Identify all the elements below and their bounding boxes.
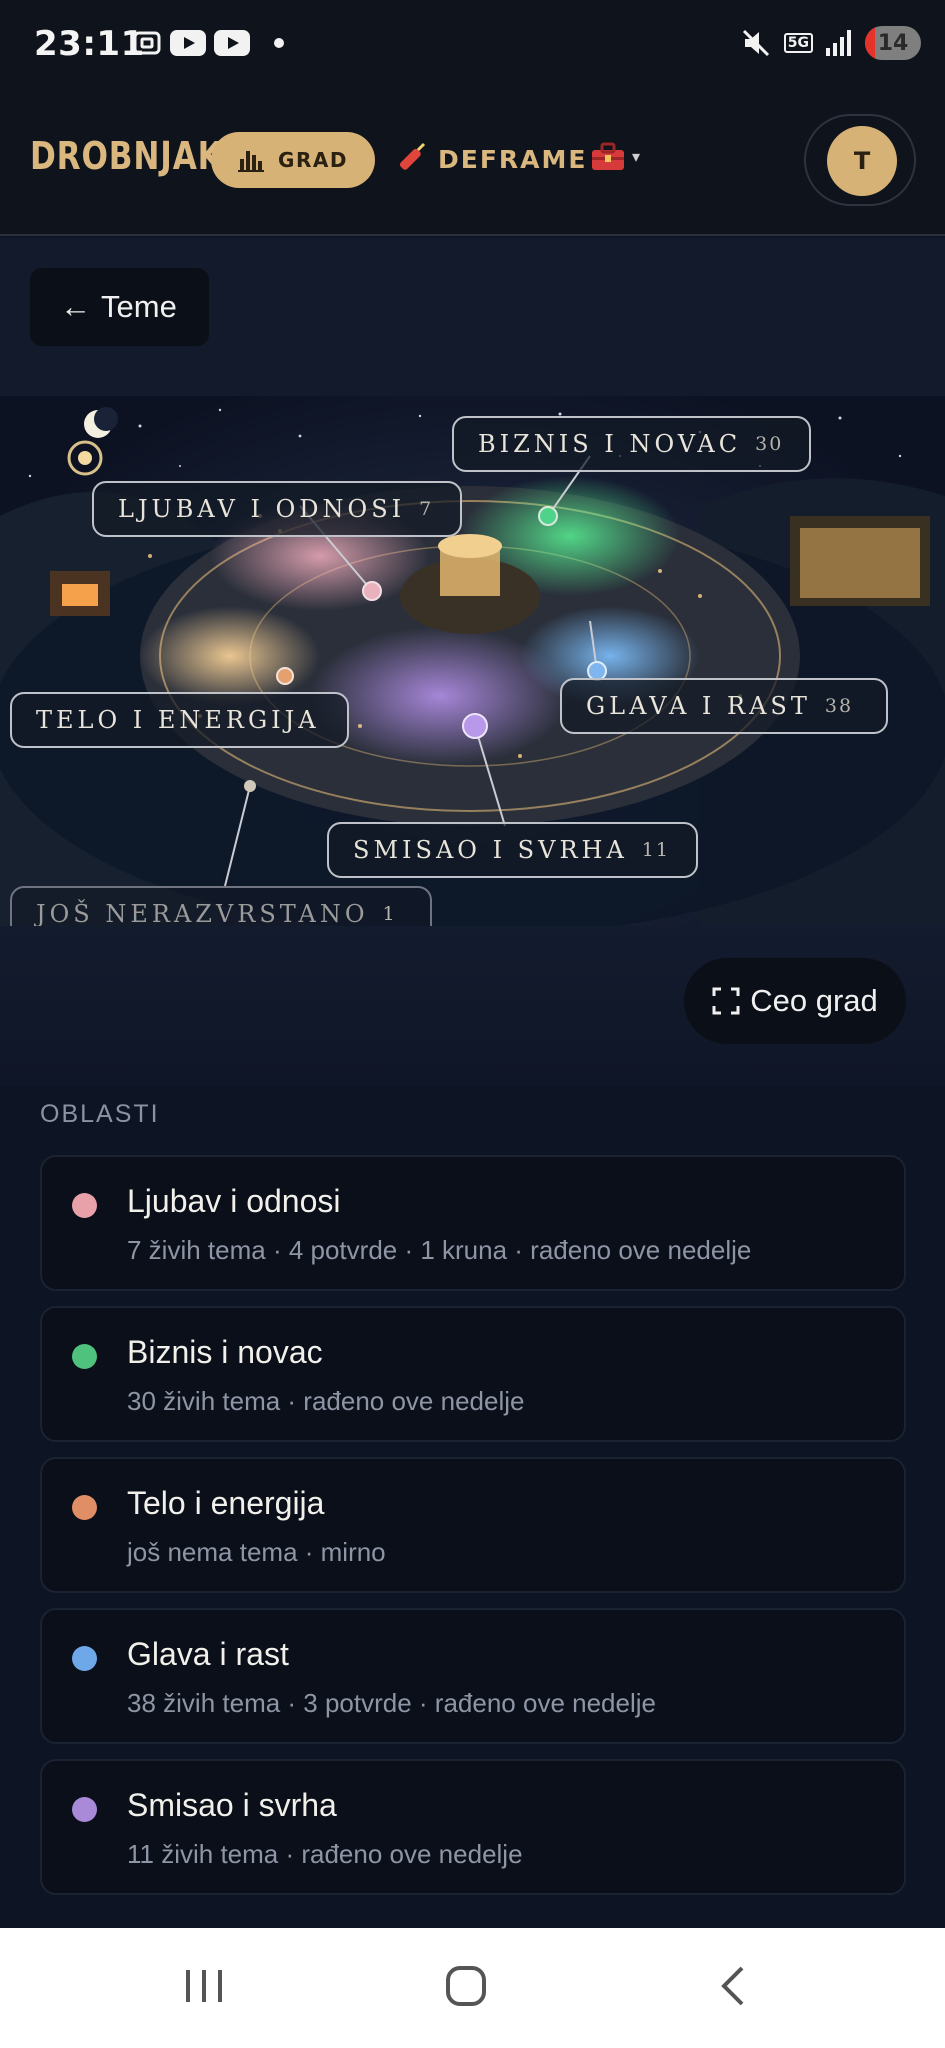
fullscreen-icon	[712, 987, 740, 1015]
fullscreen-city-button[interactable]: Ceo grad	[684, 958, 906, 1044]
map-label-nerazvrstano[interactable]: JOŠ NERAZVRSTANO 1	[10, 886, 432, 926]
area-subtitle: 38 živih tema · 3 potvrde · rađeno ove n…	[127, 1688, 656, 1718]
home-icon[interactable]	[444, 1964, 488, 2008]
map-label-smisao[interactable]: SMISAO I SVRHA 11	[327, 822, 698, 878]
map-label-telo[interactable]: TELO I ENERGIJA	[10, 692, 349, 748]
area-color-dot	[72, 1344, 97, 1369]
avatar: T	[827, 126, 897, 196]
avatar-button[interactable]: T	[804, 114, 916, 206]
chevron-down-icon: ▾	[632, 149, 641, 166]
area-color-dot	[72, 1495, 97, 1520]
map-label-ljubav[interactable]: LJUBAV I ODNOSI 7	[92, 481, 462, 537]
arrow-left-icon: ←	[60, 289, 91, 324]
area-title: Ljubav i odnosi	[127, 1183, 341, 1219]
area-subtitle: 11 živih tema · rađeno ove nedelje	[127, 1839, 523, 1869]
back-button[interactable]: ← Teme	[30, 268, 209, 346]
area-subtitle: još nema tema · mirno	[127, 1537, 386, 1567]
recent-apps-icon[interactable]	[180, 1964, 228, 2008]
status-right-icons: 5G 14	[740, 26, 921, 60]
map-label-biznis[interactable]: BIZNIS I NOVAC 30	[452, 416, 811, 472]
signal-icon	[826, 30, 851, 56]
area-subtitle: 7 živih tema · 4 potvrde · 1 kruna · rađ…	[127, 1235, 752, 1265]
area-subtitle: 30 živih tema · rađeno ove nedelje	[127, 1386, 525, 1416]
area-title: Biznis i novac	[127, 1334, 323, 1370]
toolbox-menu-button[interactable]: ▾	[590, 142, 640, 172]
status-bar: 23:11 5G 14	[0, 0, 945, 92]
back-nav-icon[interactable]	[712, 1964, 756, 2008]
firecracker-icon	[399, 142, 426, 170]
network-type: 5G	[783, 33, 813, 53]
status-time: 23:11	[34, 24, 145, 64]
grad-label: GRAD	[278, 148, 348, 172]
area-card-biznis[interactable]: Biznis i novac 30 živih tema · rađeno ov…	[40, 1306, 906, 1442]
notification-dot-icon	[274, 38, 284, 48]
area-title: Smisao i svrha	[127, 1787, 337, 1823]
fullscreen-label: Ceo grad	[750, 983, 878, 1018]
area-color-dot	[72, 1646, 97, 1671]
area-card-telo[interactable]: Telo i energija još nema tema · mirno	[40, 1457, 906, 1593]
back-button-label: Teme	[101, 289, 177, 324]
mute-icon	[742, 29, 769, 57]
back-area: ← Teme	[0, 238, 945, 396]
map-label-glava[interactable]: GLAVA I RAST 38	[560, 678, 888, 734]
youtube-icon	[214, 30, 250, 56]
area-title: Telo i energija	[127, 1485, 325, 1521]
area-card-smisao[interactable]: Smisao i svrha 11 živih tema · rađeno ov…	[40, 1759, 906, 1895]
area-color-dot	[72, 1797, 97, 1822]
brand-logo[interactable]: DROBNJAK	[30, 134, 223, 178]
area-card-glava[interactable]: Glava i rast 38 živih tema · 3 potvrde ·…	[40, 1608, 906, 1744]
system-nav-bar	[0, 1928, 945, 2048]
grad-nav-button[interactable]: GRAD	[211, 132, 375, 188]
status-left-icons	[132, 28, 284, 58]
battery-icon: 14	[865, 26, 921, 60]
deframe-label: DEFRAME	[438, 144, 588, 174]
toolbox-icon	[592, 142, 624, 170]
youtube-icon	[170, 30, 206, 56]
area-color-dot	[72, 1193, 97, 1218]
city-icon	[238, 151, 265, 172]
deframe-nav-button[interactable]: DEFRAME	[394, 142, 587, 176]
section-title: OBLASTI	[40, 1100, 160, 1128]
app-header: DROBNJAK GRAD DEFRAME ▾ T	[0, 92, 945, 236]
area-card-ljubav[interactable]: Ljubav i odnosi 7 živih tema · 4 potvrde…	[40, 1155, 906, 1291]
screenshot-icon	[133, 31, 161, 55]
city-map[interactable]: BIZNIS I NOVAC 30 LJUBAV I ODNOSI 7 TELO I…	[0, 396, 945, 926]
area-title: Glava i rast	[127, 1636, 289, 1672]
